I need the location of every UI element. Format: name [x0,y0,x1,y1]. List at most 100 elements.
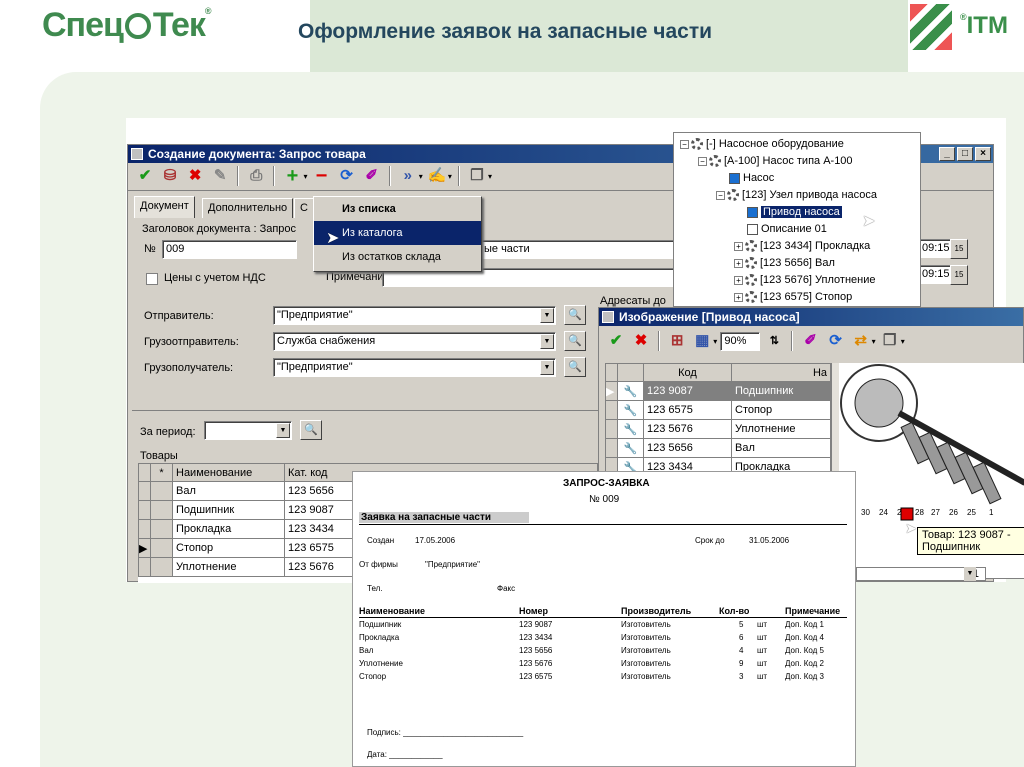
part-name-cell[interactable]: Подшипник [731,381,831,401]
part-code-cell[interactable]: 123 9087 [643,381,732,401]
collapse-icon[interactable]: − [698,156,707,166]
edit-icon[interactable]: ✎ [210,166,230,186]
fit-icon[interactable]: ⇅ [764,331,784,351]
minimize-button[interactable]: _ [939,147,955,161]
tree-item[interactable]: + [123 5656] Вал [676,255,920,272]
period-lookup-icon[interactable]: 🔍 [300,420,322,440]
part-name-cell[interactable]: Стопор [731,400,831,420]
tree-item[interactable]: Насос [676,170,920,187]
remove-minus-icon[interactable]: − [312,166,332,186]
tree-item[interactable]: Описание 01 [676,221,920,238]
doc-icon [747,223,758,235]
collapse-icon[interactable]: − [680,139,689,149]
goods-name-cell[interactable]: Стопор [172,538,285,558]
menu-item-from-stock[interactable]: Из остатков склада [314,245,481,269]
table-row[interactable]: 🔧 123 5676 Уплотнение [605,419,831,439]
shipper-lookup-icon[interactable]: 🔍 [564,331,586,351]
callout-label[interactable]: 1 [989,508,994,517]
copy-icon[interactable]: ❐ [880,331,900,351]
tree-item[interactable]: + [123 5676] Уплотнение [676,272,920,289]
goods-name-cell[interactable]: Прокладка [172,519,285,539]
part-code-cell[interactable]: 123 5676 [643,419,732,439]
calendar-icon[interactable]: 15 [950,239,968,259]
tab-additional[interactable]: Дополнительно [202,198,294,218]
collapse-icon[interactable]: − [716,190,725,200]
add-plus-icon[interactable]: + [282,166,302,186]
tree-item[interactable]: − [А-100] Насос типа А-100 [676,153,920,170]
part-name-cell[interactable]: Вал [731,438,831,458]
menu-item-from-list[interactable]: Из списка [314,197,481,221]
goods-col-name[interactable]: Наименование [172,463,285,482]
tree-item[interactable]: + [123 6575] Стопор [676,289,920,306]
callout-label[interactable]: 27 [931,508,940,517]
tree-item[interactable]: − [-] Насосное оборудование [676,136,920,153]
image-settings-icon[interactable]: ▦ [692,331,712,351]
chevron-down-icon[interactable]: ▼ [540,308,554,323]
notes-icon[interactable]: ✍ [427,166,447,186]
chevron-down-icon[interactable]: ▼ [276,423,290,438]
part-code-cell[interactable]: 123 3434 [643,457,732,471]
save-icon[interactable]: ⛁ [160,166,180,186]
chevron-down-icon[interactable]: ▼ [540,360,554,375]
print-icon[interactable]: ⎙ [246,166,266,186]
goods-col-star[interactable]: * [150,463,173,482]
number-input[interactable]: 009 [162,240,297,259]
expand-icon[interactable]: + [734,258,743,268]
tree-item[interactable]: Привод насоса [676,204,920,221]
expand-icon[interactable]: + [734,292,743,302]
part-name-cell[interactable]: Уплотнение [731,419,831,439]
goods-name-cell[interactable]: Вал [172,481,285,501]
subject-input[interactable]: ые части [480,240,676,259]
goods-name-cell[interactable]: Подшипник [172,500,285,520]
callout-label[interactable]: 25 [967,508,976,517]
forward-icon[interactable]: » [398,166,418,186]
tools-icon[interactable]: ✐ [362,166,382,186]
parts-col-code[interactable]: Код [643,363,732,382]
chevron-down-icon[interactable]: ▼ [540,334,554,349]
tree-item[interactable]: + [123 3434] Прокладка [676,238,920,255]
table-row[interactable]: 🔧 123 5656 Вал [605,438,831,458]
calendar-icon[interactable]: 15 [950,265,968,285]
parts-col-name[interactable]: На [731,363,831,382]
part-name-cell[interactable]: Прокладка [731,457,831,471]
scroll-down-icon[interactable]: ▼ [964,567,976,581]
close-button[interactable]: × [975,147,991,161]
tools-icon[interactable]: ✐ [801,331,821,351]
callout-label[interactable]: 24 [879,508,888,517]
expand-icon[interactable]: + [734,275,743,285]
mouse-cursor-icon: ➤ [905,520,917,536]
copy-icon[interactable]: ❐ [467,166,487,186]
image-window-titlebar[interactable]: Изображение [Привод насоса] [599,308,1023,326]
table-row[interactable]: ▶ 🔧 123 9087 Подшипник [605,381,831,401]
table-row[interactable]: 🔧 123 3434 Прокладка [605,457,831,471]
refresh-icon[interactable]: ⟳ [337,166,357,186]
tree-item[interactable]: − [123] Узел привода насоса [676,187,920,204]
shipper-select[interactable]: Служба снабжения ▼ [273,332,556,351]
part-code-cell[interactable]: 123 6575 [643,400,732,420]
table-row[interactable]: 🔧 123 6575 Стопор [605,400,831,420]
report-col-header: Номер [519,606,549,616]
ok-check-icon[interactable]: ✔ [135,166,155,186]
consignee-lookup-icon[interactable]: 🔍 [564,357,586,377]
cancel-x-icon[interactable]: ✖ [631,331,651,351]
vat-checkbox[interactable] [146,273,158,285]
sender-select[interactable]: "Предприятие" ▼ [273,306,556,325]
zoom-select[interactable]: 90% [720,331,761,351]
consignee-select[interactable]: "Предприятие" ▼ [273,358,556,377]
image-frame-icon[interactable]: ⊞ [667,331,687,351]
callout-label[interactable]: 26 [949,508,958,517]
swap-icon[interactable]: ⇄ [851,331,871,351]
sender-lookup-icon[interactable]: 🔍 [564,305,586,325]
part-code-cell[interactable]: 123 5656 [643,438,732,458]
callout-label[interactable]: 28 [915,508,924,517]
tab-more[interactable]: С [294,198,314,218]
tab-document[interactable]: Документ [134,196,195,218]
expand-icon[interactable]: + [734,241,743,251]
ok-check-icon[interactable]: ✔ [606,331,626,351]
refresh-icon[interactable]: ⟳ [826,331,846,351]
goods-name-cell[interactable]: Уплотнение [172,557,285,577]
callout-label[interactable]: 30 [861,508,870,517]
period-select[interactable]: ▼ [204,421,292,440]
maximize-button[interactable]: □ [957,147,973,161]
cancel-x-icon[interactable]: ✖ [185,166,205,186]
